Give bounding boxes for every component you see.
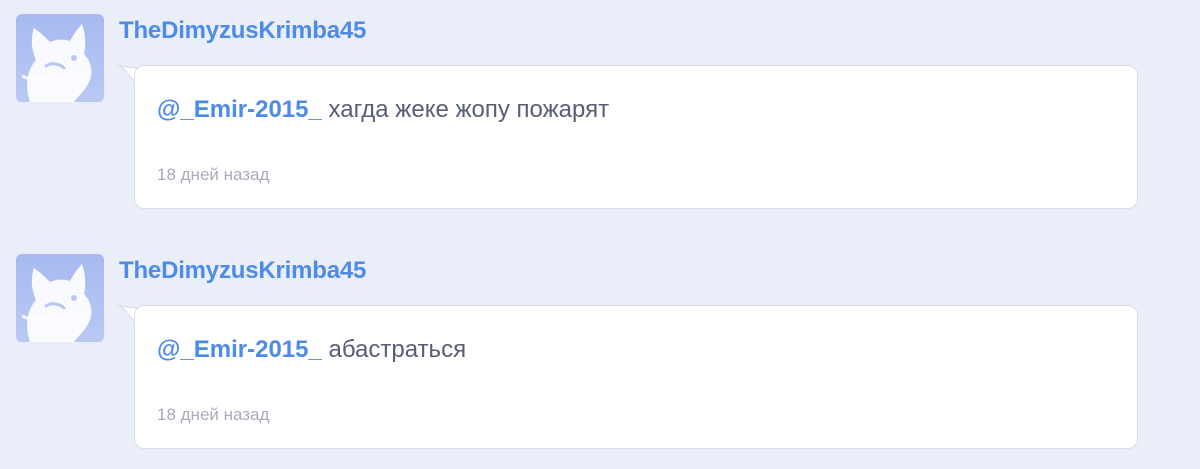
- comment-bubble: @_Emir-2015_ абастраться 18 дней назад: [134, 305, 1138, 449]
- comment-content: @_Emir-2015_ хагда жеке жопу пожарят: [157, 96, 609, 124]
- comment-mention-link[interactable]: @_Emir-2015_: [157, 96, 322, 123]
- comment-timestamp: 18 дней назад: [157, 405, 270, 424]
- comment-username[interactable]: TheDimyzusKrimba45: [119, 17, 366, 45]
- comment-mention-link[interactable]: @_Emir-2015_: [157, 336, 322, 363]
- comment-bubble: @_Emir-2015_ хагда жеке жопу пожарят 18 …: [134, 65, 1138, 209]
- user-avatar[interactable]: [16, 254, 104, 342]
- comment-timestamp: 18 дней назад: [157, 165, 270, 184]
- comment-text: хагда жеке жопу пожарят: [328, 96, 610, 123]
- comment-content: @_Emir-2015_ абастраться: [157, 336, 466, 364]
- scratch-cat-default-avatar-icon: [21, 264, 92, 342]
- user-avatar[interactable]: [16, 14, 104, 102]
- comment: TheDimyzusKrimba45 @_Emir-2015_ хагда же…: [0, 0, 1200, 220]
- comment-username[interactable]: TheDimyzusKrimba45: [119, 257, 366, 285]
- comment: TheDimyzusKrimba45 @_Emir-2015_ абастрат…: [0, 240, 1200, 460]
- comment-text: абастраться: [328, 336, 467, 363]
- scratch-cat-default-avatar-icon: [21, 24, 92, 102]
